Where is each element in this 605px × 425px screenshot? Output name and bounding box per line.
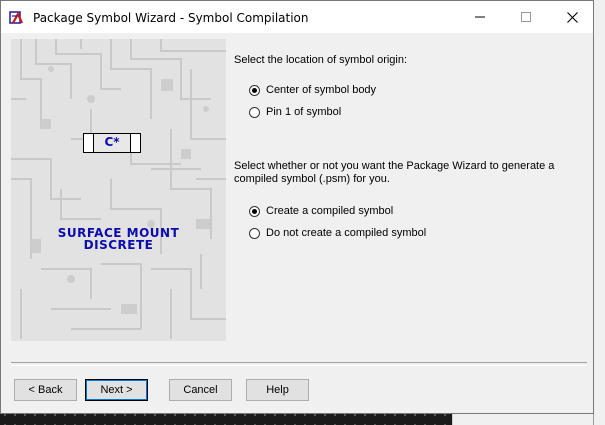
- maximize-button[interactable]: [503, 1, 549, 33]
- button-separator: [11, 362, 587, 366]
- close-button[interactable]: [549, 1, 595, 33]
- close-icon: [566, 11, 578, 23]
- origin-prompt: Select the location of symbol origin:: [234, 54, 408, 66]
- radio-label: Create a compiled symbol: [266, 205, 394, 217]
- radio-center-of-body[interactable]: Center of symbol body: [249, 83, 376, 97]
- circuit-board-illustration: [11, 39, 226, 339]
- back-button[interactable]: < Back: [14, 379, 77, 401]
- radio-button-unchecked[interactable]: [249, 227, 260, 239]
- chip-label: C*: [104, 135, 120, 149]
- window-title: Package Symbol Wizard - Symbol Compilati…: [33, 11, 309, 25]
- package-type-title-line2: DISCRETE: [83, 238, 154, 252]
- radio-button-checked[interactable]: [249, 84, 260, 96]
- radio-button-checked[interactable]: [249, 205, 260, 217]
- wizard-dialog: Package Symbol Wizard - Symbol Compilati…: [0, 0, 594, 414]
- radio-create-compiled[interactable]: Create a compiled symbol: [249, 204, 393, 218]
- title-bar[interactable]: Package Symbol Wizard - Symbol Compilati…: [1, 1, 593, 33]
- next-button[interactable]: Next >: [85, 379, 148, 401]
- app-icon: [9, 10, 25, 26]
- radio-button-unchecked[interactable]: [249, 106, 260, 118]
- radio-label: Center of symbol body: [266, 84, 377, 96]
- compile-prompt-line2: compiled symbol (.psm) for you.: [234, 173, 390, 185]
- minimize-button[interactable]: [457, 1, 503, 33]
- cancel-button[interactable]: Cancel: [169, 379, 232, 401]
- minimize-icon: [475, 16, 485, 18]
- compile-prompt-line1: Select whether or not you want the Packa…: [234, 160, 555, 172]
- radio-label: Pin 1 of symbol: [266, 106, 342, 118]
- radio-label: Do not create a compiled symbol: [266, 227, 427, 239]
- radio-do-not-create-compiled[interactable]: Do not create a compiled symbol: [249, 226, 426, 240]
- wizard-side-image: C* SURFACE MOUNT DISCRETE: [11, 39, 226, 341]
- help-button[interactable]: Help: [246, 379, 309, 401]
- radio-pin-1[interactable]: Pin 1 of symbol: [249, 105, 341, 119]
- maximize-icon: [521, 12, 531, 22]
